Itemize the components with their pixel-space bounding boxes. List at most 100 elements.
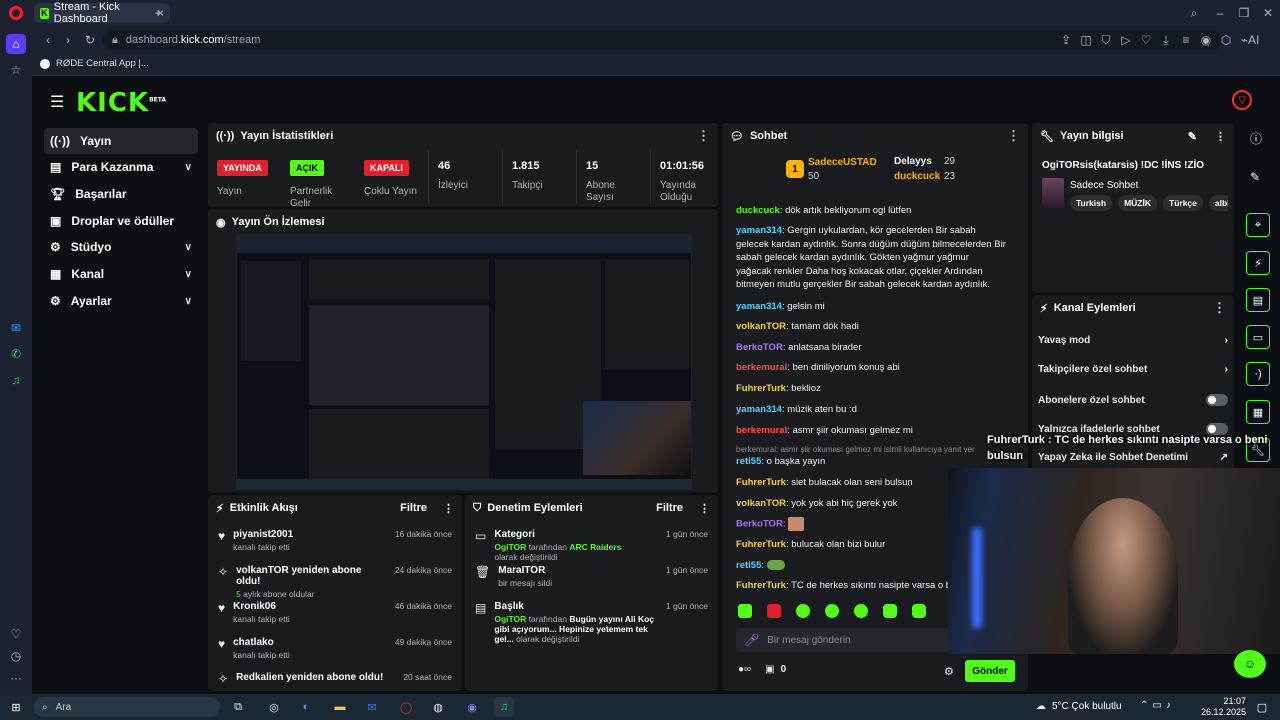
heart-icon[interactable]: ♡ — [6, 624, 26, 644]
profile-icon[interactable]: ◉ — [1198, 32, 1214, 48]
emote-icon[interactable] — [796, 604, 810, 618]
star-icon[interactable]: ☆ — [6, 60, 26, 80]
edge-icon[interactable]: ◐ — [296, 697, 316, 717]
tray-icons[interactable]: ⌃▭♪ — [1140, 700, 1175, 711]
nav-studyo[interactable]: ⚙ Stüdyo ∨ — [44, 234, 198, 260]
tag[interactable]: albio — [1208, 195, 1228, 211]
nav-droplar[interactable]: ▣ Droplar ve ödüller — [44, 208, 198, 234]
edit-icon[interactable]: ✎ — [1188, 130, 1197, 143]
emote-icon[interactable] — [738, 604, 752, 618]
menu-icon[interactable]: ≡ — [1178, 32, 1194, 48]
more-icon[interactable]: ⋮ — [697, 128, 710, 144]
more-icon[interactable]: ⋮ — [1213, 300, 1226, 316]
clock[interactable]: 21:07 26.12.2025 — [1198, 696, 1246, 718]
chat-username[interactable]: FuhrerTurk — [736, 477, 786, 488]
filter-button[interactable]: Filtre — [400, 502, 427, 514]
opera-logo[interactable] — [9, 6, 23, 20]
download-icon[interactable]: ⤓ — [1158, 32, 1174, 48]
more-icon[interactable]: ⋮ — [443, 502, 454, 515]
kick-user-avatar[interactable]: ▽ — [1232, 90, 1252, 110]
nav-kanal[interactable]: ▦ Kanal ∨ — [44, 261, 198, 287]
chat-username[interactable]: duckcuck — [736, 205, 780, 216]
support-button[interactable]: ☺ — [1234, 650, 1266, 678]
stream-preview-video[interactable] — [236, 234, 692, 490]
file-explorer-icon[interactable]: ▬ — [330, 697, 350, 717]
hamburger-icon[interactable]: ☰ — [50, 92, 64, 112]
mic-icon[interactable]: 🎤︎ — [744, 633, 759, 647]
chat-settings-icon[interactable]: ⚙ — [944, 665, 954, 678]
back-icon[interactable]: ‹ — [40, 32, 56, 48]
shield-icon[interactable]: ⛉ — [1098, 32, 1114, 48]
opera-icon[interactable]: ◯ — [396, 697, 416, 717]
forward-icon[interactable]: › — [60, 32, 76, 48]
play-icon[interactable]: ▷ — [1118, 32, 1134, 48]
info-icon[interactable]: ⓘ — [1250, 130, 1262, 147]
chat-icon[interactable]: ▭ — [1246, 325, 1270, 349]
new-tab-icon[interactable]: + — [150, 5, 166, 21]
chat-username[interactable]: FuhrerTurk — [736, 539, 786, 550]
broadcast-icon[interactable]: ·) — [1246, 362, 1270, 386]
home-icon[interactable]: ⌂ — [6, 34, 26, 54]
minimize-icon[interactable]: – — [1212, 5, 1228, 21]
search-tabs-icon[interactable]: ⌕ — [1186, 5, 1202, 21]
more-icon[interactable]: ⋮ — [1215, 130, 1226, 143]
kick-logo[interactable]: KICKBETA — [76, 88, 166, 118]
chat-username[interactable]: reti55 — [736, 560, 761, 571]
taskbar-search[interactable]: ⌕ Ara — [34, 697, 220, 717]
discord-icon[interactable]: ◉ — [462, 697, 482, 717]
followers-only-row[interactable]: Takipçilere özel sohbet › — [1038, 364, 1228, 375]
tag[interactable]: Turkish — [1070, 195, 1113, 211]
tag[interactable]: MÜZİK — [1118, 195, 1157, 211]
whatsapp-icon[interactable]: ✆ — [6, 344, 26, 364]
chat-username[interactable]: yaman314 — [736, 225, 782, 236]
nav-ayarlar[interactable]: ⚙ Ayarlar ∨ — [44, 288, 198, 314]
more-icon[interactable]: ⋮ — [1007, 128, 1020, 144]
obs-icon[interactable]: ◍ — [428, 697, 448, 717]
lightning-icon[interactable]: ⚡︎ — [1246, 251, 1270, 275]
store-icon[interactable]: ▦ — [1246, 400, 1270, 424]
points-icon[interactable]: ●∞ — [738, 664, 751, 675]
document-icon[interactable]: ▤ — [1246, 288, 1270, 312]
chat-username[interactable]: BerkoTOR — [736, 342, 783, 353]
more-icon[interactable]: ··· — [6, 668, 26, 688]
maximize-icon[interactable]: ❐ — [1236, 5, 1252, 21]
chat-username[interactable]: volkanTOR — [736, 321, 786, 332]
chat-username[interactable]: FuhrerTurk — [736, 580, 786, 591]
emote-icon[interactable] — [854, 604, 868, 618]
weather[interactable]: ☁ 5°C Çok bulutlu — [1036, 701, 1122, 712]
extension-icon[interactable]: ⬡ — [1218, 32, 1234, 48]
chat-username[interactable]: reti55 — [736, 456, 761, 467]
edit-icon[interactable]: ✎ — [1250, 170, 1260, 184]
chat-username[interactable]: volkanTOR — [736, 498, 786, 509]
chrome-icon[interactable]: ◎ — [264, 697, 284, 717]
spotify-icon[interactable]: ♫ — [6, 370, 26, 390]
nav-para-kazanma[interactable]: ▤ Para Kazanma ∨ — [44, 154, 198, 180]
share-icon[interactable]: ⇪ — [1058, 32, 1074, 48]
filter-button[interactable]: Filtre — [656, 502, 683, 514]
reload-icon[interactable]: ↻ — [82, 32, 98, 48]
chat-username[interactable]: berkemural — [736, 362, 787, 373]
emote-icon[interactable] — [825, 604, 839, 618]
camera-icon[interactable]: ◫ — [1078, 32, 1094, 48]
spotify-icon[interactable]: ♫ — [494, 697, 514, 717]
nav-basarilar[interactable]: 🏆︎ Başarılar — [44, 181, 198, 207]
tag[interactable]: Türkçe — [1163, 195, 1203, 211]
chat-username[interactable]: berkemural — [736, 425, 787, 436]
task-view-icon[interactable]: ⧉ — [228, 697, 248, 717]
close-window-icon[interactable]: ✕ — [1260, 5, 1276, 21]
chat-username[interactable]: yaman314 — [736, 404, 782, 415]
ai-icon[interactable]: ⌁AI — [1238, 32, 1262, 48]
chat-username[interactable]: yaman314 — [736, 301, 782, 312]
messenger-icon[interactable]: ✉ — [6, 318, 26, 338]
outlook-icon[interactable]: ✉ — [362, 697, 382, 717]
subs-only-toggle[interactable] — [1206, 394, 1228, 406]
emote-icon[interactable] — [883, 604, 897, 618]
more-icon[interactable]: ⋮ — [699, 502, 710, 515]
chat-username[interactable]: BerkoTOR — [736, 519, 783, 530]
history-icon[interactable]: ◷ — [6, 646, 26, 666]
clip-icon[interactable]: ⌖ — [1246, 213, 1270, 237]
chat-username[interactable]: FuhrerTurk — [736, 383, 786, 394]
bookmark-rode[interactable]: RØDE Central App |... — [40, 58, 149, 69]
windows-start-icon[interactable]: ⊞ — [6, 697, 26, 717]
send-button[interactable]: Gönder — [965, 660, 1015, 682]
